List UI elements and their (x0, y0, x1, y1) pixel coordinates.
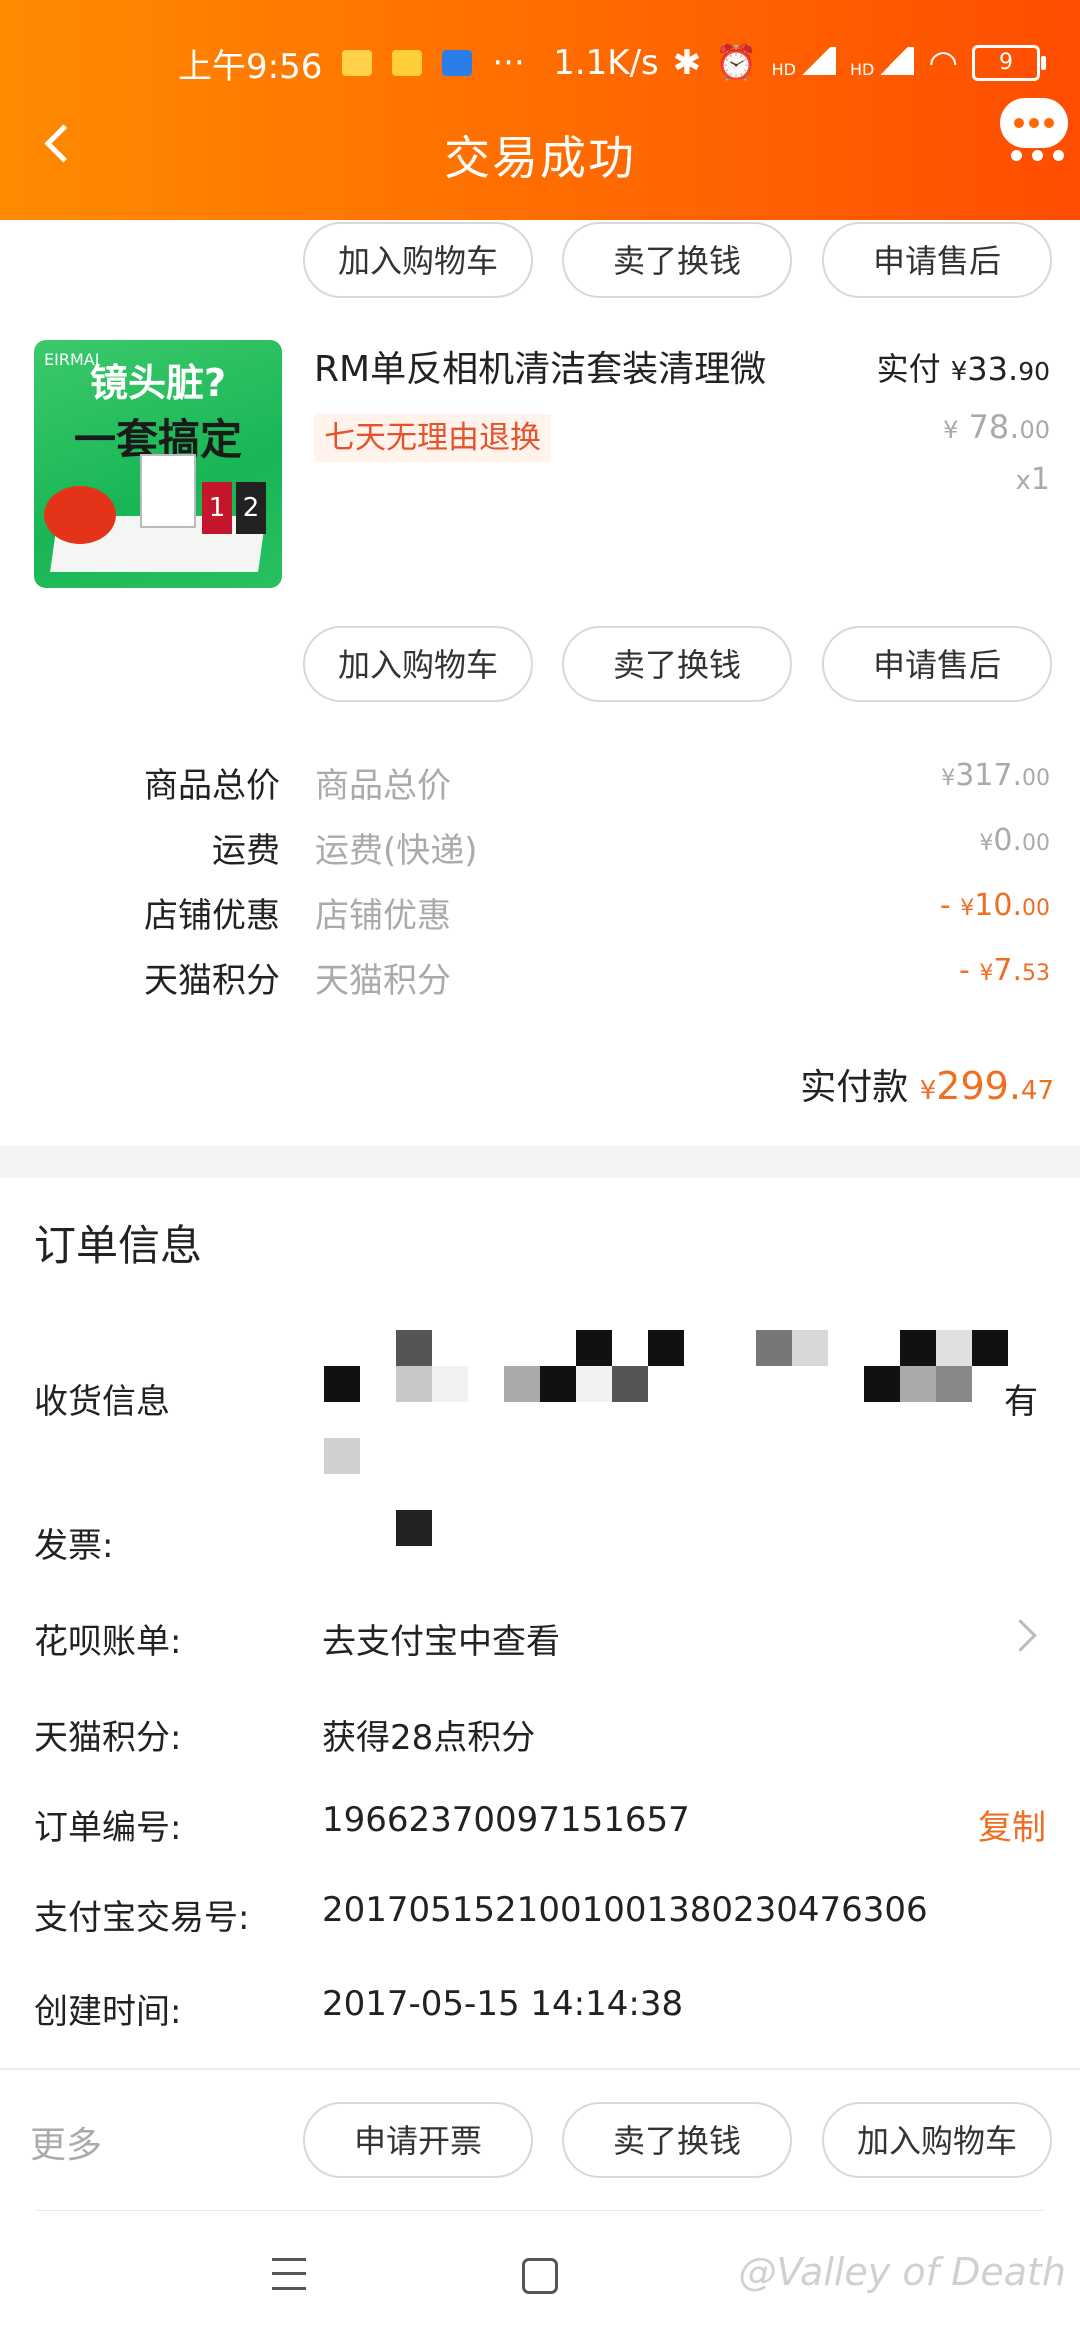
signal-2-icon: HD (850, 47, 915, 79)
copy-button[interactable]: 复制 (978, 1800, 1046, 1849)
bluetooth-icon: ✱ (672, 43, 702, 83)
order-info-title: 订单信息 (34, 1221, 203, 1270)
summary-row-tmall-points: 天猫积分 天猫积分 - ¥7.53 (144, 953, 1050, 1001)
wifi-icon: ◠ (928, 43, 958, 83)
menu-nav-icon[interactable] (272, 2258, 306, 2290)
alarm-icon: ⏰ (715, 43, 758, 83)
kit-box-graphic (140, 454, 196, 528)
points-value: 获得28点积分 (322, 1718, 536, 1758)
card-1-graphic: 1 (202, 482, 232, 534)
paid-price: 实付 ¥33.90 (876, 350, 1050, 388)
summary-row-goods-total: 商品总价 商品总价 ¥317.00 (144, 758, 1050, 806)
add-to-cart-button[interactable]: 加入购物车 (822, 2102, 1052, 2178)
app-notification-icon (442, 50, 473, 76)
air-blower-graphic (44, 486, 116, 544)
original-price: ¥ 78.00 (943, 408, 1050, 446)
watermark: @Valley of Death (738, 2250, 1066, 2294)
product-image-caption-top: 镜头脏? (89, 361, 227, 405)
after-sale-button[interactable]: 申请售后 (822, 626, 1052, 702)
summary-row-shop-discount: 店铺优惠 店铺优惠 - ¥10.00 (144, 888, 1050, 936)
request-invoice-button[interactable]: 申请开票 (303, 2102, 533, 2178)
return-policy-tag: 七天无理由退换 (314, 414, 551, 462)
network-speed: 1.1K/s (553, 43, 659, 83)
more-button[interactable]: 更多 (30, 2116, 102, 2168)
add-to-cart-button[interactable]: 加入购物车 (303, 222, 533, 298)
page-title: 交易成功 (444, 131, 636, 185)
huabei-label: 花呗账单: (34, 1622, 182, 1662)
add-to-cart-button[interactable]: 加入购物车 (303, 626, 533, 702)
more-notifications-icon: ··· (492, 43, 525, 83)
summary-row-shipping: 运费 运费(快递) ¥0.00 (212, 823, 1050, 871)
points-label: 天猫积分: (34, 1718, 182, 1758)
order-number: 19662370097151657 (322, 1800, 690, 1840)
alipay-trade-label: 支付宝交易号: (34, 1898, 250, 1938)
resell-button[interactable]: 卖了换钱 (562, 626, 792, 702)
alipay-trade-number: 2017051521001001380230476306 (322, 1890, 928, 1930)
chevron-right-icon[interactable] (1004, 1619, 1037, 1652)
shipping-info-label: 收货信息 (34, 1382, 170, 1422)
signal-1-icon: HD (772, 47, 836, 79)
huabei-link[interactable]: 去支付宝中查看 (322, 1614, 560, 1663)
home-nav-icon[interactable] (522, 2258, 558, 2294)
product-image[interactable]: EIRMAI 镜头脏? 一套搞定 1 2 (34, 340, 282, 588)
shipping-info-tail: 有 (1004, 1382, 1038, 1422)
message-notification-icon (392, 50, 423, 76)
chat-bubble-icon[interactable] (1000, 98, 1068, 148)
created-time: 2017-05-15 14:14:38 (322, 1984, 684, 2024)
battery-icon: 9 (972, 45, 1046, 81)
card-2-graphic: 2 (236, 482, 266, 534)
created-time-label: 创建时间: (34, 1992, 182, 2032)
product-title[interactable]: RM单反相机清洁套装清理微 (314, 340, 766, 392)
weibo-notification-icon (342, 50, 373, 76)
section-divider (0, 1146, 1080, 1178)
resell-button[interactable]: 卖了换钱 (562, 2102, 792, 2178)
after-sale-button[interactable]: 申请售后 (822, 222, 1052, 298)
total-paid: 实付款 ¥299.47 (800, 1064, 1054, 1108)
order-number-label: 订单编号: (34, 1808, 182, 1848)
resell-button[interactable]: 卖了换钱 (562, 222, 792, 298)
status-bar: 上午9:56 ··· 1.1K/s ✱ ⏰ HD HD ◠ 9 (178, 38, 1046, 88)
more-menu-icon[interactable] (1001, 146, 1064, 165)
status-time: 上午9:56 (178, 46, 323, 87)
quantity: x1 (1015, 462, 1050, 497)
invoice-label: 发票: (34, 1526, 114, 1566)
app-header: 上午9:56 ··· 1.1K/s ✱ ⏰ HD HD ◠ 9 交易成功 (0, 0, 1080, 220)
